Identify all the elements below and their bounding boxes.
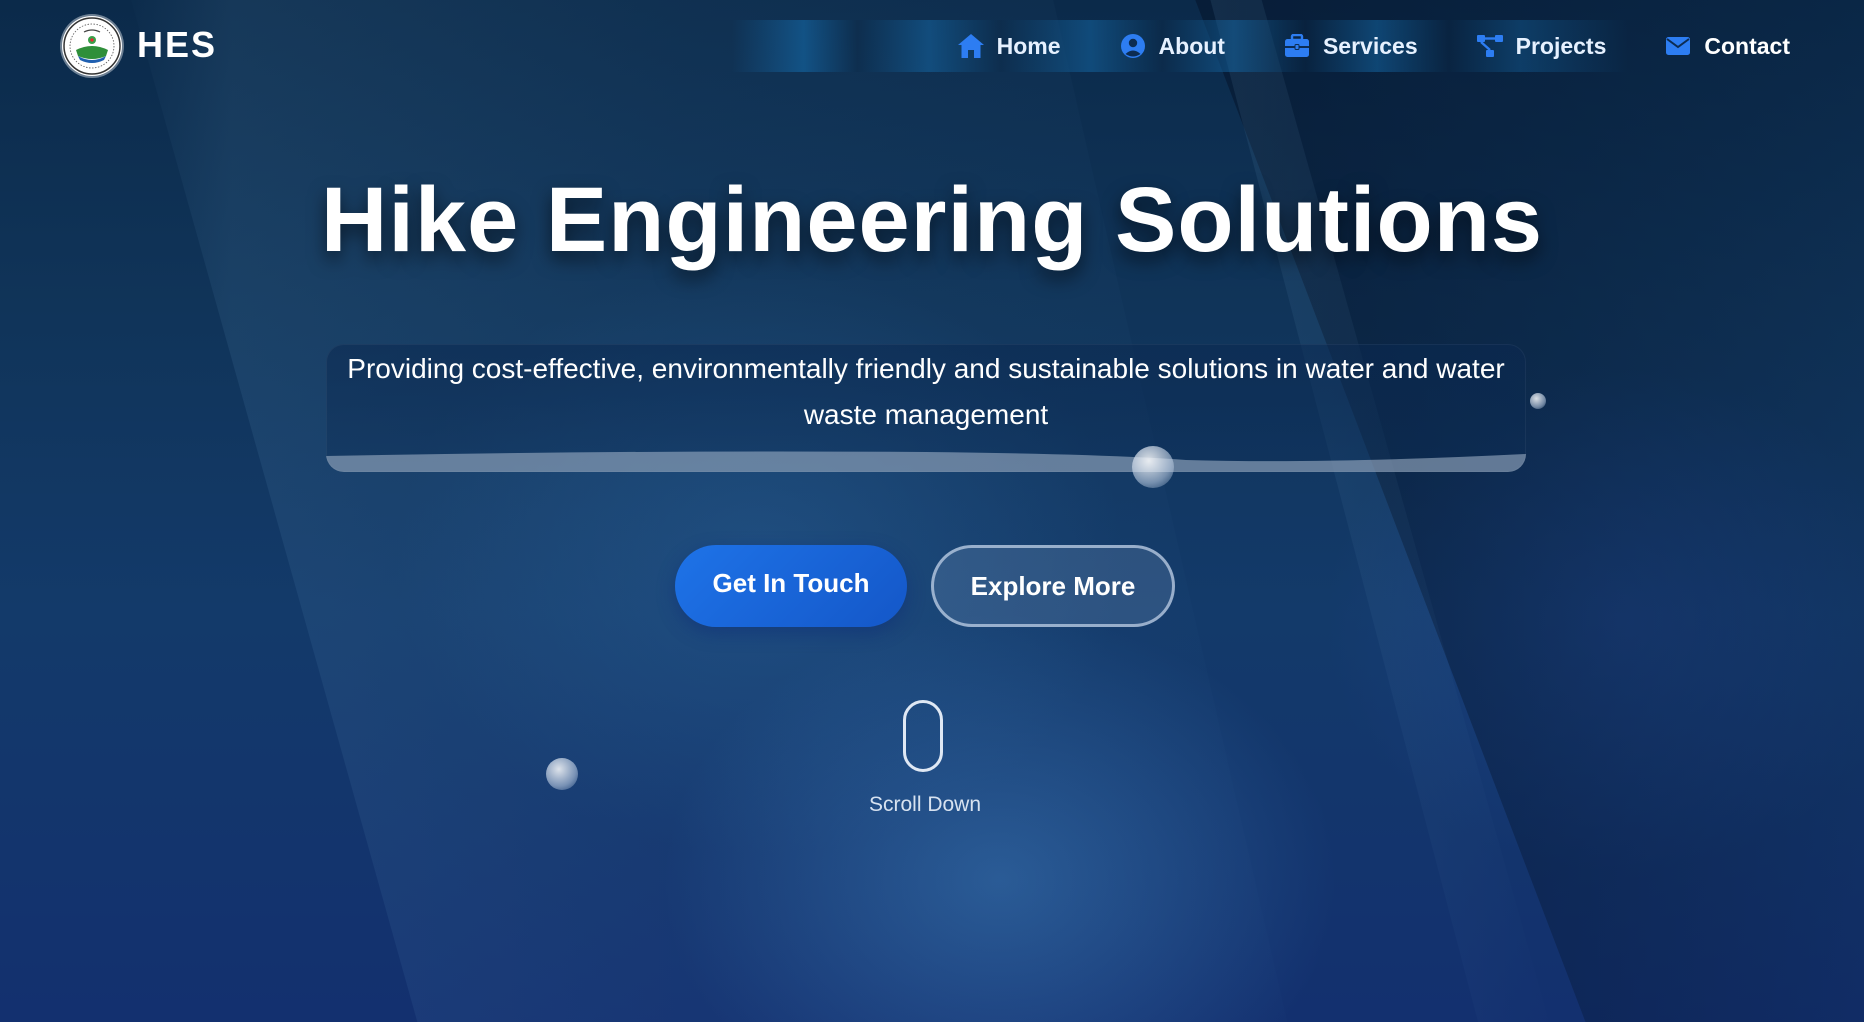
explore-more-button[interactable]: Explore More [931, 545, 1175, 627]
nav-item-projects[interactable]: Projects [1476, 32, 1607, 60]
nav-item-about[interactable]: About [1119, 32, 1225, 60]
envelope-icon [1664, 32, 1692, 60]
house-icon [957, 32, 985, 60]
hero-tagline: Providing cost-effective, environmentall… [347, 353, 1505, 430]
get-in-touch-button[interactable]: Get In Touch [675, 545, 907, 627]
briefcase-icon [1283, 32, 1311, 60]
nav-label: Projects [1515, 32, 1607, 59]
scroll-down-label: Scroll Down [868, 793, 982, 816]
site-header: HES Home About Services Projects Contact [0, 0, 1864, 92]
nav-label: Services [1322, 32, 1418, 59]
nav-item-home[interactable]: Home [957, 32, 1061, 60]
bubble-decoration [1530, 393, 1546, 409]
nav-label: Contact [1704, 32, 1790, 59]
light-beam-right [1200, 0, 1560, 1022]
user-circle-icon [1119, 32, 1147, 60]
nav-item-contact[interactable]: Contact [1664, 32, 1790, 60]
nav-label: Home [996, 32, 1061, 59]
page-title: Hike Engineering Solutions [320, 169, 1544, 271]
main-nav: Home About Services Projects Contact [899, 22, 1790, 70]
nav-item-services[interactable]: Services [1283, 32, 1418, 60]
wave-decoration [326, 451, 1526, 472]
hero-page: HES Home About Services Projects Contact… [0, 0, 1864, 1022]
circular-seal-logo-icon[interactable] [62, 16, 122, 76]
bubble-decoration [1132, 446, 1174, 488]
light-beam-left [120, 0, 1296, 1022]
scroll-mouse-icon[interactable] [903, 700, 943, 772]
nav-label: About [1158, 32, 1225, 59]
project-diagram-icon [1476, 32, 1504, 60]
bubble-decoration [546, 758, 578, 790]
brand-name[interactable]: HES [137, 24, 217, 66]
shadow-beam-right [1180, 0, 1864, 1022]
